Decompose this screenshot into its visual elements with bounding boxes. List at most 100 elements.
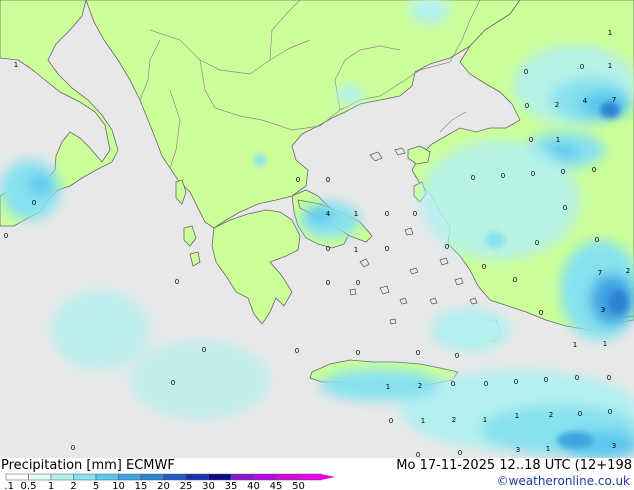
precip-value-label: 0 xyxy=(326,279,330,287)
color-scale: 0.10.5125101520253035404550 xyxy=(4,473,334,490)
scale-swatch xyxy=(140,473,164,481)
precip-value-label: 0 xyxy=(607,374,611,382)
precip-value-label: 1 xyxy=(608,62,612,70)
precip-value-label: 0 xyxy=(202,346,206,354)
precip-value-label: 2 xyxy=(555,101,559,109)
precip-value-label: 0 xyxy=(561,168,565,176)
scale-swatch xyxy=(73,473,97,481)
precip-value-label: 1 xyxy=(14,61,18,69)
precip-value-label: 1 xyxy=(483,416,487,424)
precip-value-label: 0 xyxy=(578,410,582,418)
scale-tick-label: 5 xyxy=(93,481,99,490)
scale-tick-label: 0.5 xyxy=(21,481,37,490)
forecast-datetime: Mo 17-11-2025 12..18 UTC (12+198 xyxy=(396,458,632,473)
scale-swatch xyxy=(275,473,299,481)
legend-title: Precipitation [mm] ECMWF xyxy=(1,458,175,473)
precip-value-label: 0 xyxy=(326,245,330,253)
scale-swatch xyxy=(185,473,209,481)
scale-tick-label: 30 xyxy=(202,481,215,490)
precip-area xyxy=(130,340,270,420)
precip-value-label: 0 xyxy=(563,204,567,212)
precip-value-label: 0 xyxy=(513,276,517,284)
scale-swatch xyxy=(95,473,119,481)
precip-value-label: 0 xyxy=(356,279,360,287)
scale-arrow xyxy=(321,474,334,480)
precip-value-label: 2 xyxy=(626,267,630,275)
precip-area xyxy=(336,85,364,105)
scale-tick-label: 35 xyxy=(225,481,238,490)
precip-value-label: 0 xyxy=(326,176,330,184)
precip-value-label: 0 xyxy=(389,417,393,425)
precip-value-label: 0 xyxy=(296,176,300,184)
precip-value-label: 0 xyxy=(524,68,528,76)
precip-value-label: 1 xyxy=(354,246,358,254)
precip-value-label: 3 xyxy=(601,306,605,314)
precip-value-label: 0 xyxy=(531,170,535,178)
precip-value-label: 1 xyxy=(608,29,612,37)
precip-value-label: 0 xyxy=(4,232,8,240)
footer-bar: Precipitation [mm] ECMWF Mo 17-11-2025 1… xyxy=(0,458,634,490)
precip-value-label: 0 xyxy=(295,347,299,355)
precip-value-label: 1 xyxy=(573,341,577,349)
precip-core xyxy=(485,232,505,248)
precip-value-label: 7 xyxy=(598,269,602,277)
credit-text: ©weatheronline.co.uk xyxy=(496,474,630,488)
precip-value-label: 0 xyxy=(580,63,584,71)
precip-value-label: 2 xyxy=(418,382,422,390)
precip-value-label: 0 xyxy=(455,352,459,360)
precip-value-label: 0 xyxy=(592,166,596,174)
weather-map-app: 1001024701000000000004100001000000007230… xyxy=(0,0,634,490)
precip-value-label: 0 xyxy=(514,378,518,386)
precip-value-label: 3 xyxy=(612,442,616,450)
precip-area xyxy=(430,308,510,352)
precip-area xyxy=(50,290,150,370)
precip-area xyxy=(28,175,52,195)
precip-value-label: 2 xyxy=(549,411,553,419)
scale-swatch xyxy=(253,473,277,481)
scale-swatch xyxy=(50,473,74,481)
precip-value-label: 0 xyxy=(535,239,539,247)
scale-swatch xyxy=(118,473,142,481)
precip-value-label: 0 xyxy=(458,449,462,457)
scale-tick-label: 10 xyxy=(112,481,125,490)
precip-core xyxy=(254,154,266,166)
precip-value-label: 0 xyxy=(525,102,529,110)
scale-tick-label: 0.1 xyxy=(4,481,14,490)
precip-value-label: 0 xyxy=(451,380,455,388)
precip-value-label: 1 xyxy=(603,340,607,348)
scale-swatch xyxy=(5,473,29,481)
precip-value-label: 0 xyxy=(575,374,579,382)
precip-value-label: 4 xyxy=(326,210,331,218)
precip-value-label: 1 xyxy=(546,445,550,453)
precip-value-label: 0 xyxy=(32,199,36,207)
scale-swatch xyxy=(298,473,322,481)
precip-value-label: 0 xyxy=(413,210,417,218)
precip-value-label: 0 xyxy=(385,210,389,218)
scale-tick-label: 50 xyxy=(292,481,305,490)
precip-value-label: 0 xyxy=(529,136,533,144)
precipitation-map: 1 0 0 1 0 2 4 7 0 1 0 0 0 0 0 0 0 0 0 0 0 4 1 0 0 0 0 1 0 0 0 0 0 0 0 0 7 2 3 0… xyxy=(0,0,634,458)
precip-value-label: 0 xyxy=(71,444,75,452)
precip-value-label: 0 xyxy=(608,408,612,416)
precip-core xyxy=(608,290,628,314)
precip-value-label: 3 xyxy=(516,446,520,454)
precip-core xyxy=(557,432,593,448)
scale-tick-label: 1 xyxy=(48,481,54,490)
precip-value-label: 0 xyxy=(501,172,505,180)
precip-value-label: 2 xyxy=(452,416,456,424)
precip-value-label: 1 xyxy=(386,383,390,391)
precip-value-label: 0 xyxy=(595,236,599,244)
precip-value-label: 7 xyxy=(612,96,616,104)
precip-value-label: 0 xyxy=(471,174,475,182)
precip-value-label: 1 xyxy=(354,210,358,218)
precip-value-label: 0 xyxy=(385,245,389,253)
precip-value-label: 0 xyxy=(482,263,486,271)
precip-value-label: 0 xyxy=(175,278,179,286)
precip-value-label: 0 xyxy=(171,379,175,387)
scale-swatch xyxy=(208,473,232,481)
precip-value-label: 0 xyxy=(416,349,420,357)
precip-value-label: 1 xyxy=(515,412,519,420)
precip-value-label: 0 xyxy=(484,380,488,388)
precip-value-label: 0 xyxy=(445,243,449,251)
scale-tick-label: 40 xyxy=(247,481,260,490)
